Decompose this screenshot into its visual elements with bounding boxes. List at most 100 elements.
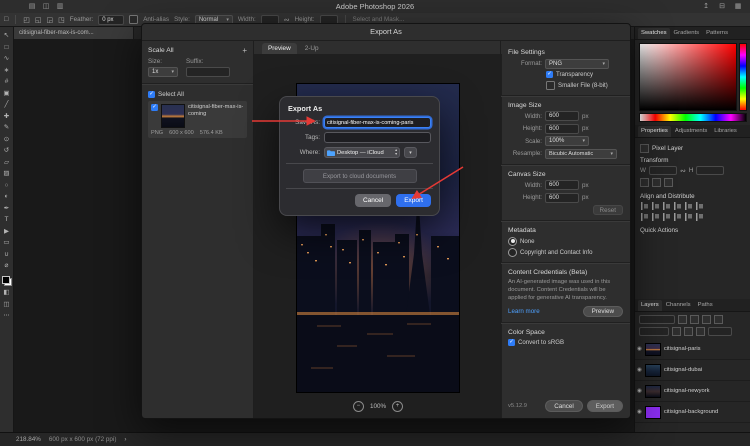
marquee-tool-icon[interactable]: □ [2, 44, 12, 52]
zoom-tool-icon[interactable]: ⌀ [2, 262, 12, 270]
transform-width-input[interactable] [649, 166, 677, 175]
distribute-v-icon[interactable] [651, 213, 659, 221]
distribute-h-icon[interactable] [640, 213, 648, 221]
align-right-icon[interactable] [662, 202, 670, 210]
sheet-cancel-button[interactable]: Cancel [355, 194, 391, 207]
dialog-export-button[interactable]: Export [587, 400, 623, 412]
quick-actions-header[interactable]: Quick Actions [640, 227, 746, 234]
color-field[interactable] [639, 43, 737, 111]
layer-filter-select[interactable] [639, 315, 675, 324]
layer-thumbnail[interactable] [645, 406, 661, 419]
share-icon[interactable]: ↥ [700, 0, 712, 13]
distribute-top-icon[interactable] [684, 213, 692, 221]
image-height-input[interactable]: 600 [545, 124, 579, 134]
align-top-icon[interactable] [673, 202, 681, 210]
transform-option-icon[interactable] [640, 178, 649, 187]
lock-transparency-icon[interactable] [672, 327, 681, 336]
sheet-export-button[interactable]: Export [396, 194, 431, 207]
crop-tool-icon[interactable]: # [2, 78, 12, 86]
gradient-tool-icon[interactable]: ▨ [2, 170, 12, 178]
align-center-v-icon[interactable] [684, 202, 692, 210]
quick-mask-icon[interactable]: ◧ [2, 289, 12, 297]
layer-name[interactable]: citisignal-paris [664, 346, 701, 352]
intersect-selection-icon[interactable]: ◳ [58, 16, 65, 24]
new-selection-icon[interactable]: ◰ [23, 16, 30, 24]
shape-tool-icon[interactable]: ▭ [2, 239, 12, 247]
layer-thumbnail[interactable] [645, 343, 661, 356]
feather-input[interactable]: 0 px [98, 15, 124, 25]
layer-name[interactable]: citisignal-dubai [664, 367, 702, 373]
metadata-copyright-radio[interactable] [508, 248, 517, 257]
expand-sheet-icon[interactable]: ▾ [404, 147, 417, 158]
layer-visibility-icon[interactable]: ◉ [637, 387, 642, 395]
where-popup[interactable]: Desktop — iCloud ▴▾ [324, 147, 400, 158]
tab-properties[interactable]: Properties [638, 126, 671, 137]
select-all-checkbox[interactable] [148, 91, 155, 98]
learn-more-link[interactable]: Learn more [508, 308, 540, 315]
filename-input[interactable]: citisignal-fiber-max-is-coming-paris [324, 117, 431, 128]
link-transform-icon[interactable]: ∾ [680, 167, 686, 175]
clone-stamp-tool-icon[interactable]: ⊙ [2, 136, 12, 144]
layer-thumbnail[interactable] [645, 385, 661, 398]
dodge-tool-icon[interactable]: ◐ [2, 193, 12, 201]
lasso-tool-icon[interactable]: ∿ [2, 55, 12, 63]
tab-layers[interactable]: Layers [638, 300, 662, 311]
convert-srgb-checkbox[interactable] [508, 339, 515, 346]
healing-tool-icon[interactable]: ✚ [2, 113, 12, 121]
document-tab[interactable]: citisignal-fiber-max-is-com... [14, 27, 134, 39]
blur-tool-icon[interactable]: ○ [2, 182, 12, 190]
layer-visibility-icon[interactable]: ◉ [637, 345, 642, 353]
anti-alias-checkbox[interactable] [129, 15, 138, 24]
scale-select[interactable]: 100% [545, 136, 589, 146]
transparency-checkbox[interactable] [546, 71, 553, 78]
zoom-out-icon[interactable]: − [353, 401, 364, 412]
brush-tool-icon[interactable]: ✎ [2, 124, 12, 132]
tab-adjustments[interactable]: Adjustments [672, 126, 710, 137]
status-chevron-icon[interactable]: › [124, 436, 126, 443]
tab-preview[interactable]: Preview [262, 43, 297, 54]
align-bottom-icon[interactable] [695, 202, 703, 210]
path-select-tool-icon[interactable]: ▶ [2, 228, 12, 236]
canvas-height-input[interactable]: 600 [545, 193, 579, 203]
history-brush-tool-icon[interactable]: ↺ [2, 147, 12, 155]
hue-slider[interactable] [739, 43, 747, 111]
align-header[interactable]: Align and Distribute [640, 193, 746, 200]
layer-row[interactable]: ◉ citisignal-background [635, 402, 750, 423]
layer-row[interactable]: ◉ citisignal-newyork [635, 381, 750, 402]
dialog-cancel-button[interactable]: Cancel [545, 400, 583, 412]
resample-select[interactable]: Bicubic Automatic [545, 149, 617, 159]
move-tool-icon[interactable]: ↖ [2, 32, 12, 40]
tab-swatches[interactable]: Swatches [638, 28, 670, 39]
layer-visibility-icon[interactable]: ◉ [637, 408, 642, 416]
canvas-width-input[interactable]: 600 [545, 180, 579, 190]
hand-tool-icon[interactable]: ∪ [2, 251, 12, 259]
tab-paths[interactable]: Paths [695, 300, 716, 311]
tags-input[interactable] [324, 132, 431, 143]
workspace-icon[interactable]: ▦ [732, 0, 744, 13]
layer-visibility-icon[interactable]: ◉ [637, 366, 642, 374]
tab-patterns[interactable]: Patterns [703, 28, 731, 39]
distribute-left-icon[interactable] [662, 213, 670, 221]
add-scale-icon[interactable]: + [242, 46, 247, 55]
pen-tool-icon[interactable]: ✒ [2, 205, 12, 213]
tab-channels[interactable]: Channels [663, 300, 694, 311]
lock-pixels-icon[interactable] [684, 327, 693, 336]
metadata-none-radio[interactable] [508, 237, 517, 246]
transform-header[interactable]: Transform [640, 157, 746, 164]
cloud-documents-button[interactable]: Export to cloud documents [303, 169, 417, 183]
layer-name[interactable]: citisignal-newyork [664, 388, 710, 394]
opacity-input[interactable] [708, 327, 732, 336]
cc-preview-button[interactable]: Preview [583, 306, 623, 317]
transform-option-icon[interactable] [652, 178, 661, 187]
format-select[interactable]: PNG [545, 59, 609, 69]
layer-filter-icon[interactable] [678, 315, 687, 324]
tab-libraries[interactable]: Libraries [711, 126, 740, 137]
transform-option-icon[interactable] [664, 178, 673, 187]
distribute-bottom-icon[interactable] [695, 213, 703, 221]
screen-mode-icon[interactable]: ◫ [2, 301, 12, 309]
foreground-color-swatch[interactable] [2, 276, 10, 284]
suffix-input[interactable] [186, 67, 230, 77]
frame-tool-icon[interactable]: ▣ [2, 90, 12, 98]
size-select[interactable]: 1x [148, 67, 178, 77]
item-checkbox[interactable] [151, 104, 158, 111]
